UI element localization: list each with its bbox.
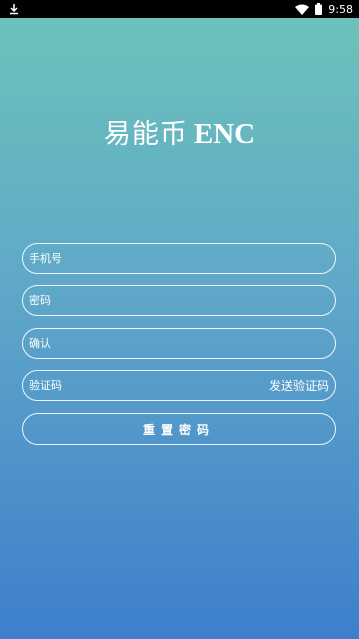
battery-icon xyxy=(315,0,323,19)
status-time: 9:58 xyxy=(328,2,353,16)
phone-field[interactable] xyxy=(22,243,336,274)
reset-password-button[interactable]: 重置密码 xyxy=(22,413,336,445)
verification-code-input[interactable] xyxy=(29,379,269,392)
download-icon xyxy=(8,0,20,19)
logo-chinese-text: 易能币 xyxy=(103,119,188,150)
password-field[interactable] xyxy=(22,285,336,316)
confirm-field[interactable] xyxy=(22,328,336,359)
status-left xyxy=(8,0,20,19)
password-input[interactable] xyxy=(29,294,329,307)
verification-code-field[interactable]: 发送验证码 xyxy=(22,370,336,401)
status-bar: 9:58 xyxy=(0,0,359,18)
wifi-icon xyxy=(295,0,310,19)
phone-input[interactable] xyxy=(29,252,329,265)
app-logo: 易能币 ENC xyxy=(0,112,359,151)
confirm-password-input[interactable] xyxy=(29,337,329,350)
send-code-button[interactable]: 发送验证码 xyxy=(269,377,329,394)
status-right: 9:58 xyxy=(295,0,353,19)
logo-english-text: ENC xyxy=(193,118,256,150)
